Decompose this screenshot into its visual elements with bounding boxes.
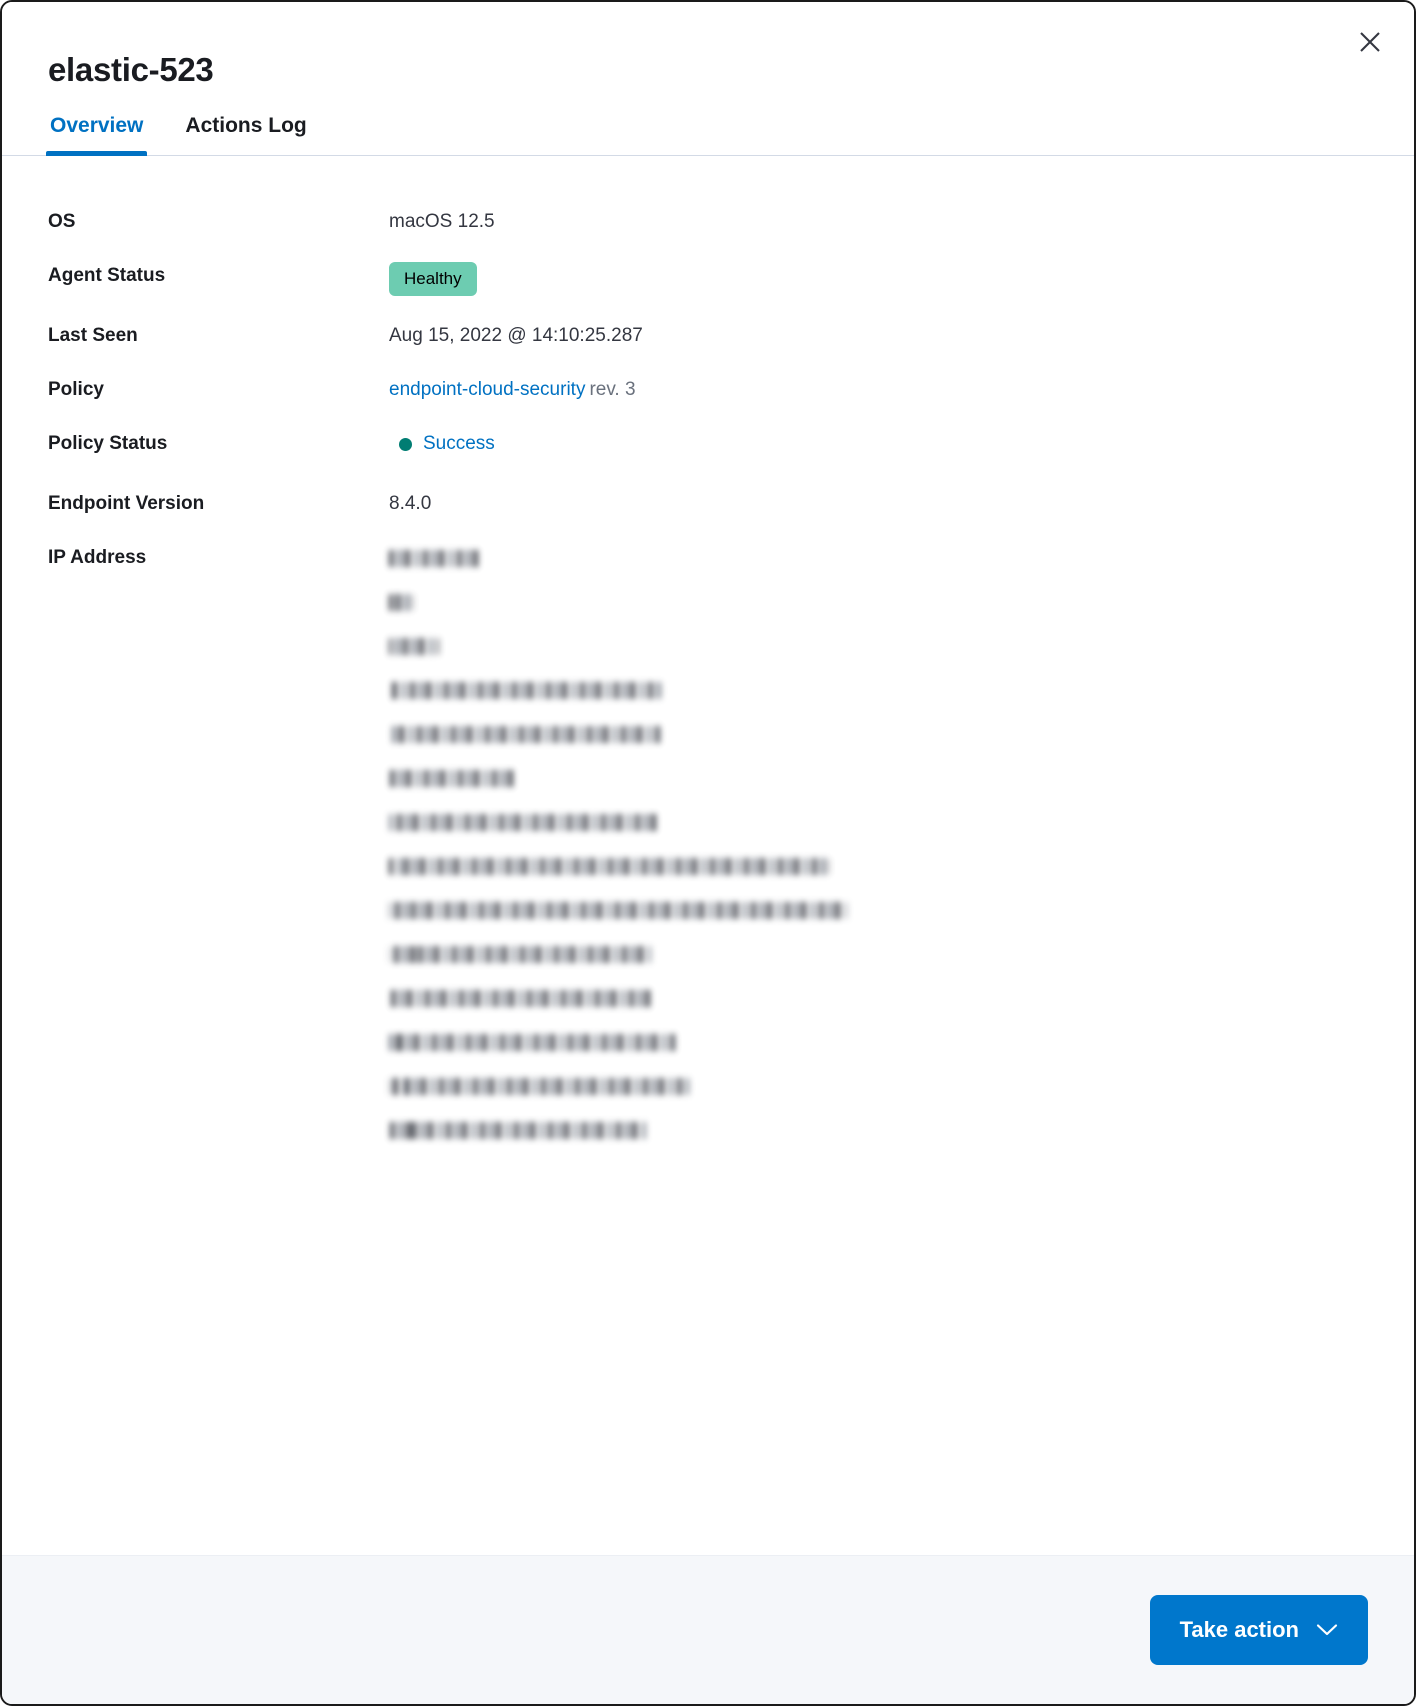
- endpoint-details-flyout: elastic-523 Overview Actions Log OS macO…: [0, 0, 1416, 1706]
- ip-address-item: [389, 896, 1368, 924]
- detail-label-policy-status: Policy Status: [48, 433, 168, 454]
- ip-address-item: [389, 852, 1368, 880]
- redacted-ip-value: [389, 813, 661, 831]
- detail-value-os: macOS 12.5: [389, 211, 495, 232]
- detail-label-ip-address: IP Address: [48, 547, 147, 568]
- tab-actions-log[interactable]: Actions Log: [183, 114, 308, 155]
- redacted-ip-value: [389, 769, 517, 787]
- policy-revision: rev. 3: [589, 379, 636, 400]
- take-action-label: Take action: [1179, 1617, 1299, 1642]
- detail-label-policy: Policy: [48, 379, 104, 400]
- detail-label-endpoint-version: Endpoint Version: [48, 493, 205, 514]
- ip-address-item: [389, 808, 1368, 836]
- close-button[interactable]: [1352, 24, 1388, 60]
- ip-address-item: [389, 720, 1368, 748]
- ip-address-list: [389, 544, 1368, 1144]
- redacted-ip-value: [389, 857, 829, 875]
- redacted-ip-value: [389, 549, 479, 567]
- redacted-ip-value: [389, 901, 847, 919]
- tab-bar: Overview Actions Log: [2, 114, 1414, 156]
- detail-row-endpoint-version: Endpoint Version 8.4.0: [48, 490, 1368, 518]
- ip-address-item: [389, 632, 1368, 660]
- ip-address-item: [389, 764, 1368, 792]
- status-badge: Healthy: [389, 262, 477, 296]
- policy-status-line: Success: [389, 430, 1368, 458]
- status-dot-icon: [399, 437, 412, 451]
- endpoint-detail-list: OS macOS 12.5 Agent Status Healthy Last …: [48, 208, 1368, 1144]
- redacted-ip-value: [389, 989, 653, 1007]
- detail-value-endpoint-version: 8.4.0: [389, 493, 432, 514]
- flyout-body: OS macOS 12.5 Agent Status Healthy Last …: [2, 156, 1414, 1555]
- detail-row-policy-status: Policy Status Success: [48, 430, 1368, 458]
- detail-value-agent-status: Healthy: [389, 262, 1368, 296]
- detail-row-last-seen: Last Seen Aug 15, 2022 @ 14:10:25.287: [48, 322, 1368, 350]
- redacted-ip-value: [389, 1033, 679, 1051]
- ip-address-item: [389, 588, 1368, 616]
- policy-status-text[interactable]: Success: [423, 430, 495, 458]
- redacted-ip-value: [389, 725, 661, 743]
- flyout-footer: Take action: [2, 1555, 1414, 1704]
- detail-row-policy: Policy endpoint-cloud-security rev. 3: [48, 376, 1368, 404]
- close-icon: [1357, 29, 1383, 55]
- redacted-ip-value: [389, 1121, 649, 1139]
- detail-row-ip-address: IP Address: [48, 544, 1368, 1144]
- redacted-ip-value: [389, 945, 651, 963]
- ip-address-item: [389, 676, 1368, 704]
- redacted-ip-value: [389, 637, 439, 655]
- ip-address-item: [389, 940, 1368, 968]
- ip-address-item: [389, 1116, 1368, 1144]
- policy-link[interactable]: endpoint-cloud-security: [389, 379, 585, 400]
- ip-address-item: [389, 1028, 1368, 1056]
- detail-label-last-seen: Last Seen: [48, 325, 138, 346]
- detail-value-last-seen: Aug 15, 2022 @ 14:10:25.287: [389, 325, 643, 346]
- ip-address-item: [389, 984, 1368, 1012]
- detail-value-policy-status: Success: [389, 430, 1368, 458]
- detail-label-agent-status: Agent Status: [48, 265, 166, 286]
- chevron-down-icon: [1316, 1623, 1338, 1637]
- flyout-header: elastic-523 Overview Actions Log: [2, 2, 1414, 156]
- detail-row-os: OS macOS 12.5: [48, 208, 1368, 236]
- redacted-ip-value: [389, 593, 413, 611]
- take-action-button[interactable]: Take action: [1149, 1595, 1368, 1665]
- detail-label-os: OS: [48, 211, 76, 232]
- redacted-ip-value: [389, 681, 661, 699]
- ip-address-item: [389, 1072, 1368, 1100]
- ip-address-item: [389, 544, 1368, 572]
- detail-value-policy: endpoint-cloud-security rev. 3: [389, 376, 1368, 404]
- redacted-ip-value: [389, 1077, 689, 1095]
- detail-row-agent-status: Agent Status Healthy: [48, 262, 1368, 296]
- tab-overview[interactable]: Overview: [45, 114, 148, 156]
- page-title: elastic-523: [48, 51, 214, 88]
